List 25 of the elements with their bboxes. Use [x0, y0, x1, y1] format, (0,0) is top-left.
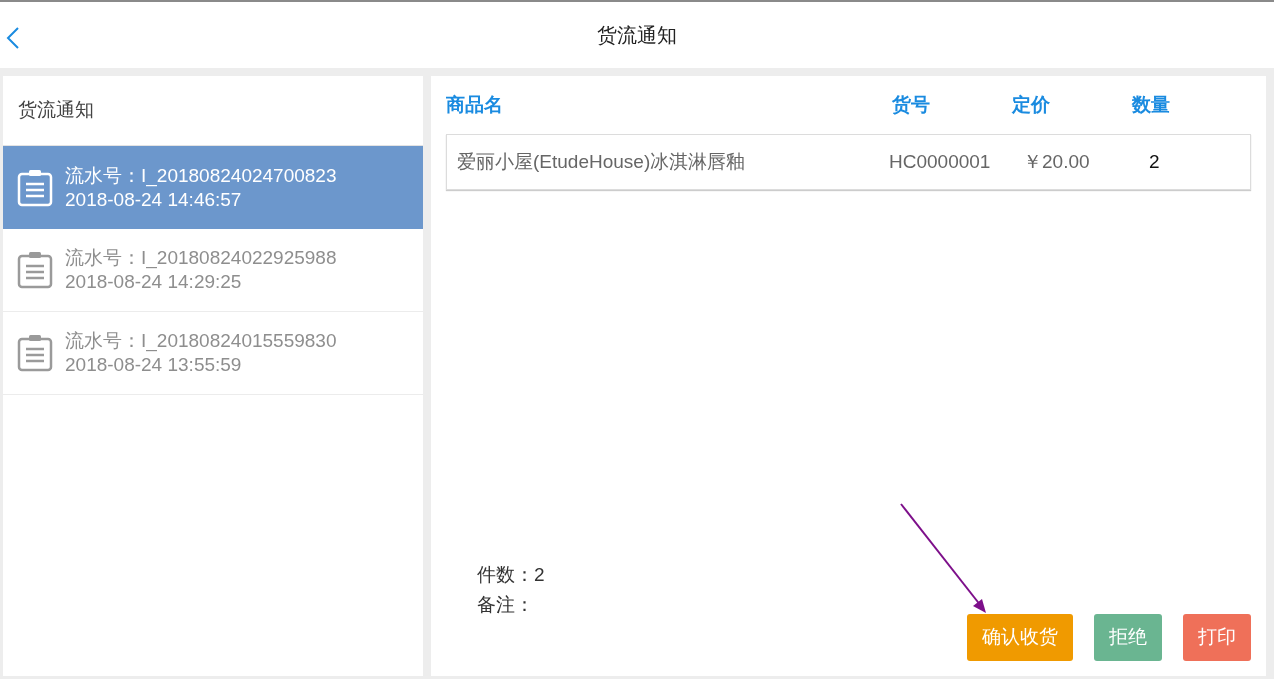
table-cell: 爱丽小屋(EtudeHouse)冰淇淋唇釉 [457, 150, 746, 172]
timestamp: 2018-08-24 14:46:57 [65, 187, 243, 212]
timestamp: 2018-08-24 13:55:59 [65, 353, 243, 377]
action-button[interactable]: 拒绝 [1094, 614, 1162, 661]
table-cell: 2 [1149, 150, 1160, 172]
clipboard-icon [17, 334, 53, 372]
column-header: 商品名 [446, 93, 503, 115]
clipboard-icon [17, 251, 53, 289]
column-header: 定价 [1012, 93, 1050, 115]
table-cell: ￥20.00 [1023, 150, 1090, 172]
clipboard-icon [17, 168, 53, 207]
remark-label: 备注： [477, 593, 535, 617]
page-title: 货流通知 [597, 23, 677, 48]
serial-number: 流水号：I_20180824024700823 [65, 163, 337, 188]
action-button[interactable]: 确认收货 [967, 614, 1073, 661]
serial-number: 流水号：I_20180824022925988 [65, 246, 337, 270]
item-count: 件数：2 [477, 563, 546, 587]
serial-number: 流水号：I_20180824015559830 [65, 329, 337, 353]
back-icon[interactable] [6, 26, 20, 50]
action-button[interactable]: 打印 [1183, 614, 1251, 661]
timestamp: 2018-08-24 14:29:25 [65, 270, 243, 294]
column-header: 货号 [892, 93, 930, 115]
column-header: 数量 [1132, 93, 1170, 115]
notice-list-item[interactable]: 流水号：I_20180824024700823 2018-08-24 14:46:57 [3, 146, 423, 229]
table-cell: HC0000001 [889, 150, 991, 172]
